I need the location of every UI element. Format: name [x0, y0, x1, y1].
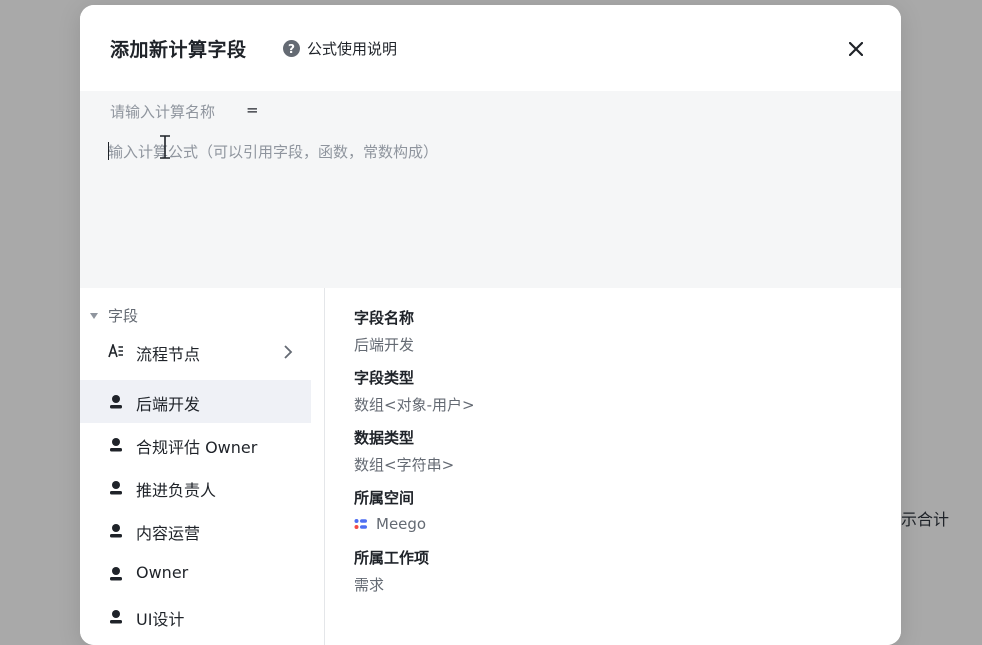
- person-icon: [108, 565, 124, 581]
- detail-field-name: 字段名称 后端开发: [354, 307, 414, 355]
- person-icon: [108, 608, 124, 624]
- field-item-label: Owner: [136, 563, 189, 582]
- ibeam-cursor-icon: [160, 135, 170, 159]
- detail-value: 需求: [354, 575, 385, 594]
- add-calculated-field-dialog: 添加新计算字段 ? 公式使用说明 = 字段: [80, 5, 901, 645]
- field-detail-panel: 字段名称 后端开发 字段类型 数组<对象-用户> 数据类型 数组<字符串> 所属…: [325, 288, 901, 645]
- space-name: Meego: [376, 515, 427, 533]
- field-item-driver[interactable]: 推进负责人: [80, 466, 311, 509]
- field-section-label: 字段: [108, 307, 139, 325]
- person-icon: [108, 393, 124, 409]
- field-item-process-node[interactable]: 流程节点: [80, 330, 311, 373]
- question-circle-icon: ?: [283, 40, 300, 57]
- field-item-label: 流程节点: [136, 345, 201, 364]
- text-caret: [108, 142, 109, 160]
- detail-value: Meego: [354, 513, 426, 535]
- detail-value: 数组<对象-用户>: [354, 395, 475, 414]
- field-item-label: 后端开发: [136, 395, 201, 414]
- field-list-panel: 字段 流程节点 后端开发 合规评估 Owner 推进负责人 内容运营 Owner…: [80, 288, 325, 645]
- person-icon: [108, 479, 124, 495]
- person-icon: [108, 436, 124, 452]
- close-button[interactable]: [845, 38, 867, 60]
- meego-logo-icon: [354, 519, 367, 529]
- caret-down-icon: [90, 312, 98, 319]
- detail-field-type: 字段类型 数组<对象-用户>: [354, 367, 475, 415]
- detail-space: 所属空间 Meego: [354, 487, 426, 535]
- field-item-compliance-owner[interactable]: 合规评估 Owner: [80, 423, 311, 466]
- chevron-right-icon[interactable]: [283, 344, 293, 360]
- formula-input[interactable]: [108, 140, 808, 164]
- detail-label: 字段名称: [354, 309, 415, 327]
- field-item-label: 内容运营: [136, 524, 201, 543]
- field-item-label: UI设计: [136, 610, 185, 629]
- field-item-owner[interactable]: Owner: [80, 552, 311, 595]
- detail-data-type: 数据类型 数组<字符串>: [354, 427, 454, 475]
- text-field-icon: [108, 343, 124, 359]
- field-item-content-ops[interactable]: 内容运营: [80, 509, 311, 552]
- background-text: 示合计: [901, 510, 950, 529]
- formula-help-link[interactable]: ? 公式使用说明: [283, 38, 397, 59]
- field-section-toggle[interactable]: 字段: [90, 305, 138, 326]
- close-icon: [849, 42, 863, 56]
- dialog-title: 添加新计算字段: [110, 39, 247, 61]
- detail-label: 数据类型: [354, 429, 415, 447]
- field-item-label: 推进负责人: [136, 481, 217, 500]
- detail-value: 数组<字符串>: [354, 455, 455, 474]
- person-icon: [108, 522, 124, 538]
- detail-value: 后端开发: [354, 335, 415, 354]
- formula-help-label: 公式使用说明: [307, 40, 398, 58]
- detail-label: 所属空间: [354, 489, 415, 507]
- detail-label: 所属工作项: [354, 549, 430, 567]
- equals-sign: =: [246, 101, 259, 119]
- formula-editor: =: [80, 91, 901, 288]
- dialog-header: 添加新计算字段 ? 公式使用说明: [80, 5, 901, 91]
- field-item-ui-design[interactable]: UI设计: [80, 595, 311, 638]
- field-item-label: 合规评估 Owner: [136, 438, 258, 457]
- field-item-backend-dev[interactable]: 后端开发: [80, 380, 311, 423]
- detail-work-item: 所属工作项 需求: [354, 547, 429, 595]
- detail-label: 字段类型: [354, 369, 415, 387]
